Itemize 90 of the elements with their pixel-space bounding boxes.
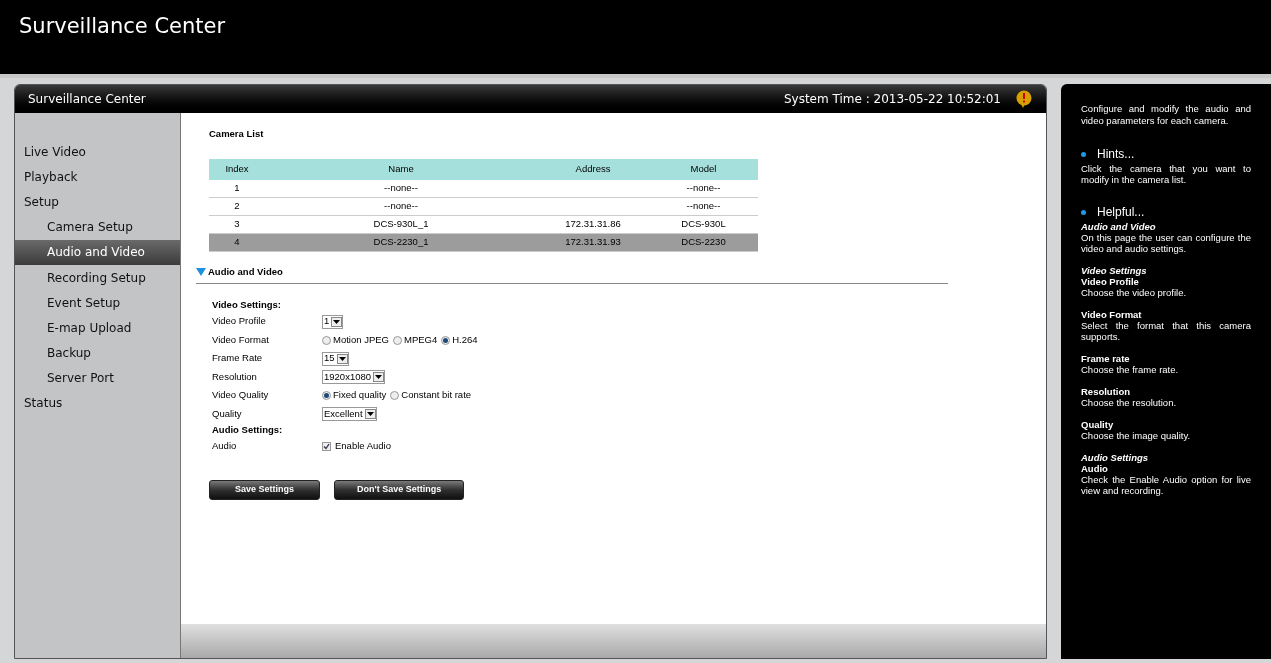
column-header: Model (689, 162, 718, 177)
sidebar-item[interactable]: Audio and Video (15, 239, 180, 265)
option-label: Fixed quality (333, 388, 387, 403)
table-cell-text: DCS-2230 (680, 235, 727, 250)
help-intro: Configure and modify the audio and video parameters for each camera. (1081, 103, 1251, 127)
app-title: Surveillance Center (19, 14, 226, 38)
field-label: Video Quality (212, 388, 270, 403)
column-header: Index (224, 162, 250, 177)
help-subheading: Audio Settings (1081, 452, 1150, 463)
table-cell-text: 3 (233, 217, 241, 232)
help-heading: Hints... (1097, 146, 1135, 163)
sidebar-item[interactable]: Recording Setup (15, 264, 180, 291)
radio-button[interactable] (322, 391, 331, 400)
sidebar-item[interactable]: Live Video (15, 139, 180, 165)
field-label: Resolution (212, 369, 258, 384)
caret-icon (336, 353, 348, 364)
section-title: Camera List (209, 127, 265, 141)
button[interactable]: Save Settings (209, 479, 320, 500)
help-text: Choose the resolution. (1081, 397, 1178, 408)
table-cell-text: --none-- (685, 199, 722, 214)
field-label: Video Format (212, 332, 270, 347)
option-label: MPEG4 (403, 332, 438, 347)
table-cell-text: 2 (233, 199, 241, 214)
field-label: Quality (212, 406, 243, 421)
dropdown[interactable]: 1 (322, 314, 344, 329)
help-text: Choose the frame rate. (1081, 364, 1180, 375)
radio-button[interactable] (441, 335, 451, 345)
radio-button[interactable] (322, 335, 331, 345)
table-cell-text: --none-- (383, 199, 419, 214)
column-header: Address (574, 162, 612, 177)
table-cell-text: --none-- (383, 181, 419, 196)
table-cell-text: DCS-930L (680, 217, 727, 232)
column-header: Name (387, 162, 415, 177)
field-label: Video Profile (212, 314, 267, 329)
help-subheading: Resolution (1081, 386, 1132, 397)
system-time: System Time : 2013-05-22 10:52:01 (783, 91, 1001, 108)
table-cell-text: DCS-930L_1 (372, 217, 430, 232)
section-title: Audio and Video (208, 265, 283, 279)
sidebar-item[interactable]: Status (15, 390, 180, 417)
sidebar-item[interactable]: Backup (15, 340, 180, 366)
table-cell-text: 1 (233, 181, 241, 196)
help-text: Choose the image quality. (1081, 430, 1192, 441)
sidebar-item[interactable]: Camera Setup (15, 214, 180, 240)
help-subheading: Frame rate (1081, 353, 1131, 364)
help-text: On this page the user can configure the video and audio settings. (1081, 232, 1251, 254)
radio-button[interactable] (392, 335, 402, 345)
sidebar-item[interactable]: Setup (15, 189, 180, 215)
group-heading: Audio Settings: (212, 423, 284, 438)
help-text: Check the Enable Audio option for live view and recording. (1081, 474, 1251, 496)
dropdown[interactable]: 15 (322, 351, 349, 366)
button[interactable]: Don't Save Settings (334, 479, 465, 500)
option-label: Constant bit rate (401, 388, 472, 403)
dropdown[interactable]: Excellent (322, 407, 377, 421)
triangle-icon[interactable] (196, 268, 207, 277)
help-subheading: Quality (1081, 419, 1115, 430)
help-subheading: Video Settings (1081, 265, 1148, 276)
bullet-icon (1081, 151, 1086, 157)
option-label: H.264 (452, 332, 478, 347)
caret-icon (373, 372, 385, 382)
help-subheading: Video Format (1081, 309, 1143, 320)
checkbox-label: Enable Audio (335, 439, 391, 454)
sidebar-item[interactable]: E-map Upload (15, 315, 180, 341)
help-text: Choose the video profile. (1081, 287, 1188, 298)
table-cell-text: 172.31.31.86 (564, 217, 622, 232)
caret-icon (331, 316, 343, 327)
help-text: Click the camera that you want to modify in the camera list. (1081, 163, 1251, 185)
table-cell-text: DCS-2230_1 (372, 235, 430, 250)
sidebar-item[interactable]: Playback (15, 164, 180, 190)
sidebar-item[interactable]: Event Setup (15, 290, 180, 316)
table-row[interactable]: 4 DCS-2230_1 172.31.31.93 DCS-2230 (209, 234, 758, 252)
sidebar-item[interactable]: Server Port (15, 365, 180, 391)
field-label: Audio (212, 439, 238, 454)
group-heading: Video Settings: (212, 298, 282, 313)
panel-title: Surveillance Center (28, 91, 146, 108)
table-cell-text: --none-- (685, 181, 722, 196)
radio-button[interactable] (390, 391, 400, 400)
option-label: Motion JPEG (333, 332, 389, 347)
help-subheading: Audio and Video (1081, 221, 1157, 232)
bullet-icon (1081, 209, 1086, 215)
caret-icon (364, 409, 376, 419)
table-cell-text: 4 (233, 235, 241, 250)
help-text: Select the format that this camera supports. (1081, 320, 1251, 342)
field-label: Frame Rate (212, 351, 264, 366)
help-heading: Helpful... (1097, 204, 1145, 221)
dropdown[interactable]: 1920x1080 (322, 370, 386, 384)
help-subheading: Video Profile (1081, 276, 1140, 287)
table-cell-text: 172.31.31.93 (564, 235, 622, 250)
help-subheading: Audio (1081, 463, 1109, 474)
checkbox[interactable] (322, 442, 331, 451)
alert-icon[interactable] (1015, 90, 1033, 108)
